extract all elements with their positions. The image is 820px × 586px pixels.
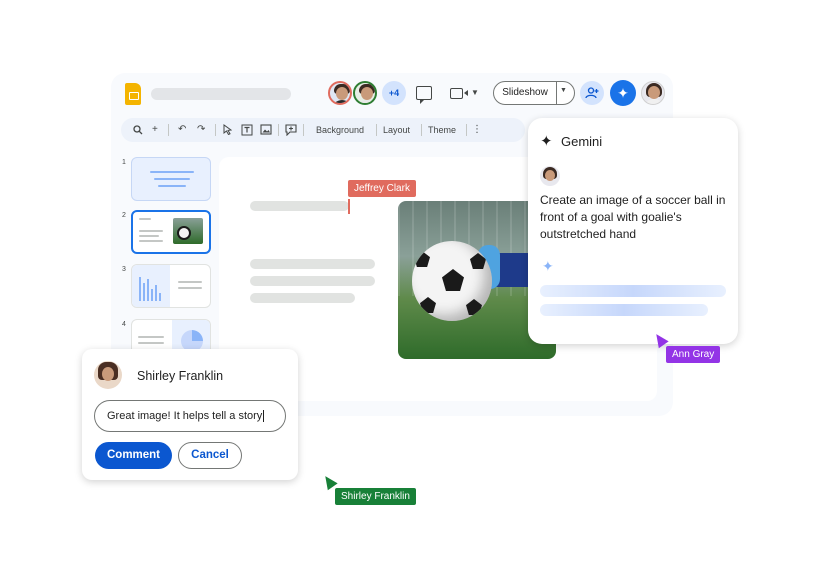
collaborator-avatar-2[interactable]: [353, 81, 377, 105]
toolbar-divider: [421, 124, 422, 136]
comment-button[interactable]: Comment: [95, 442, 172, 469]
background-menu[interactable]: Background: [316, 118, 364, 142]
slide-thumbnail-1[interactable]: [131, 157, 211, 201]
plus-icon[interactable]: +: [152, 118, 158, 142]
document-title-placeholder[interactable]: [151, 88, 291, 100]
gemini-panel-title: Gemini: [561, 134, 603, 149]
more-vert-icon[interactable]: ⋮: [472, 118, 482, 142]
toolbar-divider: [466, 124, 467, 136]
chevron-down-icon[interactable]: ▼: [471, 84, 479, 102]
loading-shimmer-bar: [540, 285, 726, 297]
sparkle-icon: ✦: [542, 258, 554, 274]
video-icon[interactable]: [450, 88, 468, 99]
toolbar-divider: [168, 124, 169, 136]
search-icon[interactable]: [133, 118, 143, 142]
body-text-line[interactable]: [250, 259, 375, 269]
toolbar-divider: [303, 124, 304, 136]
collaborator-avatar-1[interactable]: [328, 81, 352, 105]
gemini-icon[interactable]: ✦: [610, 80, 636, 106]
comment-author-avatar: [94, 361, 122, 389]
gemini-side-panel: ✦ Gemini Create an image of a soccer bal…: [528, 118, 738, 344]
comment-card: Shirley Franklin Great image! It helps t…: [82, 349, 298, 480]
collaborator-tag-shirley: Shirley Franklin: [335, 488, 416, 505]
account-avatar[interactable]: [641, 81, 665, 105]
slides-logo-icon[interactable]: [125, 83, 141, 105]
comment-input-text: Great image! It helps tell a story: [107, 410, 263, 422]
comment-add-icon[interactable]: [285, 118, 297, 142]
slide-thumbnail-2[interactable]: [131, 210, 211, 254]
chat-icon[interactable]: [416, 86, 432, 104]
comment-author-name: Shirley Franklin: [137, 369, 224, 383]
gemini-prompt-text: Create an image of a soccer ball in fron…: [540, 193, 726, 241]
image-icon[interactable]: [260, 118, 272, 142]
editing-toolbar: + ↶ ↷ Background Layout Theme ⋮: [121, 118, 525, 142]
more-collaborators-badge[interactable]: +4: [382, 81, 406, 105]
comment-input[interactable]: Great image! It helps tell a story: [94, 400, 286, 432]
body-text-line[interactable]: [250, 293, 355, 303]
redo-icon[interactable]: ↷: [197, 118, 205, 142]
collaborator-tag-jeffrey: Jeffrey Clark: [348, 180, 416, 197]
slideshow-divider: [556, 82, 557, 104]
slideshow-dropdown-icon[interactable]: ▼: [560, 87, 567, 94]
slideshow-label[interactable]: Slideshow: [494, 82, 556, 104]
user-avatar: [540, 166, 560, 186]
title-placeholder[interactable]: [250, 201, 349, 211]
gemini-star-icon: ✦: [540, 133, 553, 150]
body-text-line[interactable]: [250, 276, 375, 286]
add-person-icon[interactable]: [580, 81, 604, 105]
slide-number: 4: [122, 321, 126, 328]
toolbar-divider: [215, 124, 216, 136]
collaborator-text-cursor: [348, 199, 350, 214]
cancel-button[interactable]: Cancel: [178, 442, 242, 469]
slide-thumbnail-3[interactable]: [131, 264, 211, 308]
select-icon[interactable]: [223, 118, 233, 142]
layout-menu[interactable]: Layout: [383, 118, 410, 142]
toolbar-divider: [376, 124, 377, 136]
slide-number: 1: [122, 159, 126, 166]
undo-icon[interactable]: ↶: [178, 118, 186, 142]
slide-number: 2: [122, 212, 126, 219]
slideshow-button[interactable]: Slideshow ▼: [493, 81, 575, 105]
textbox-icon[interactable]: [241, 118, 253, 142]
loading-shimmer-bar: [540, 304, 708, 316]
slide-number: 3: [122, 266, 126, 273]
collaborator-tag-ann: Ann Gray: [666, 346, 721, 363]
toolbar-divider: [278, 124, 279, 136]
theme-menu[interactable]: Theme: [428, 118, 456, 142]
